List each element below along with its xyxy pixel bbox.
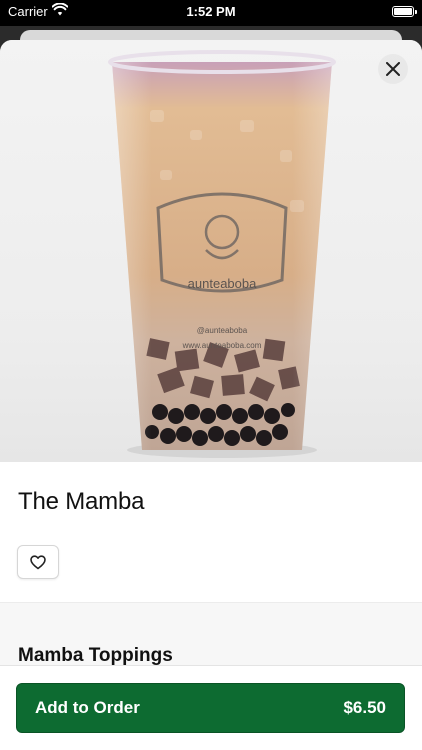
battery-icon <box>392 6 417 17</box>
add-to-order-label: Add to Order <box>35 698 140 717</box>
item-detail-sheet: aunteaboba @aunteaboba www.aunteaboba.co… <box>0 40 422 750</box>
cup-logo-text: aunteaboba <box>188 276 257 291</box>
add-to-order-button[interactable]: Add to Order $6.50 <box>16 683 405 733</box>
close-button[interactable] <box>378 54 408 84</box>
favorite-button[interactable] <box>17 545 59 579</box>
status-time: 1:52 PM <box>186 4 236 19</box>
status-bar: Carrier 1:52 PM <box>0 0 422 26</box>
bottom-bar: Add to Order $6.50 <box>0 665 422 750</box>
drink-illustration: aunteaboba @aunteaboba www.aunteaboba.co… <box>108 50 336 458</box>
toppings-heading: Mamba Toppings <box>18 645 173 666</box>
order-price: $6.50 <box>343 698 386 717</box>
heart-icon <box>30 554 46 569</box>
cup-handle-text: @aunteaboba <box>197 326 248 335</box>
item-title: The Mamba <box>18 488 145 515</box>
close-icon <box>386 62 400 76</box>
drink-photo: aunteaboba @aunteaboba www.aunteaboba.co… <box>0 40 422 462</box>
cup-url-text: www.aunteaboba.com <box>182 341 262 350</box>
